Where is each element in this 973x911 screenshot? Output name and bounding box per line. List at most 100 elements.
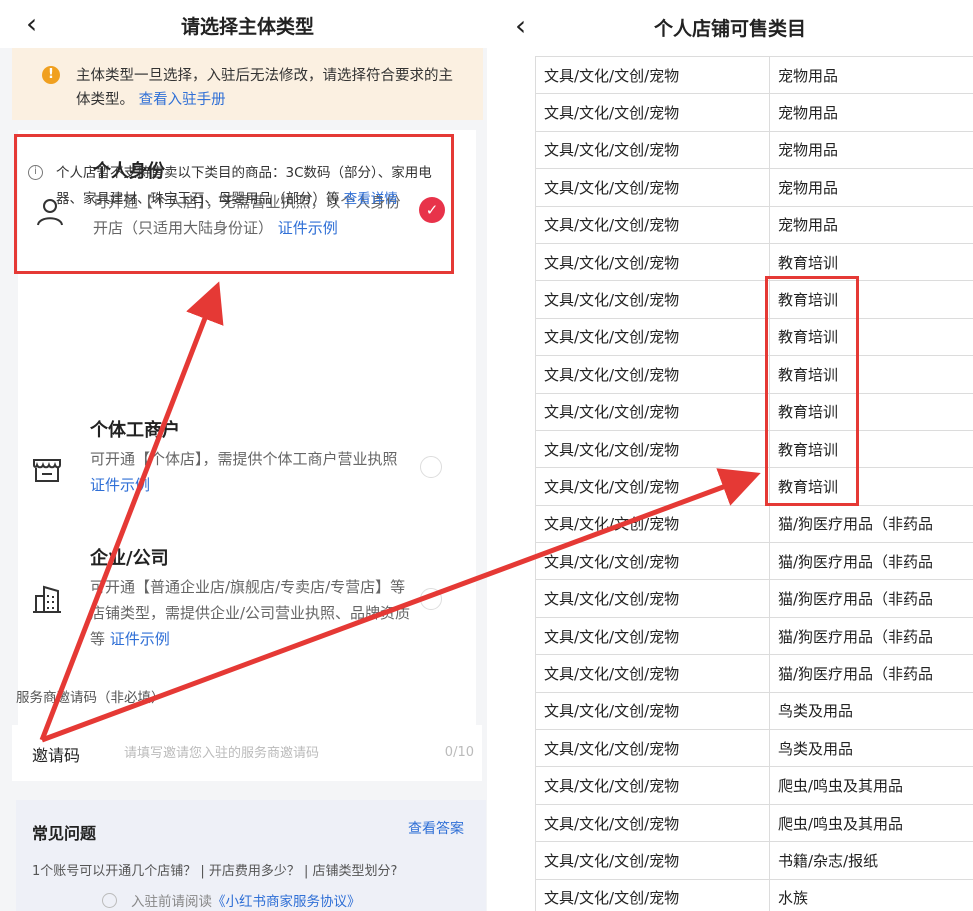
table-row: 文具/文化/文创/宠物 爬虫/鸣虫及其用品 — [535, 803, 973, 843]
subcategory-cell: 爬虫/鸣虫及其用品 — [769, 803, 973, 843]
faq-questions[interactable]: 1个账号可以开通几个店铺？ | 开店费用多少？ | 店铺类型划分? — [32, 860, 397, 879]
category-cell: 文具/文化/文创/宠物 — [535, 729, 770, 768]
category-cell: 文具/文化/文创/宠物 — [535, 93, 770, 132]
invite-row: 邀请码 0/10 — [12, 725, 482, 781]
subcategory-cell: 教育培训 — [769, 467, 973, 506]
subcategory-cell: 宠物用品 — [769, 55, 973, 95]
option-desc: 可开通【个体店】，需提供个体工商户营业执照 证件示例 — [90, 446, 410, 498]
table-row: 文具/文化/文创/宠物 教育培训 — [535, 242, 973, 282]
table-row: 文具/文化/文创/宠物 猫/狗医疗用品（非药品 — [535, 616, 973, 656]
details-link[interactable]: 查看详情 — [344, 191, 398, 207]
notice-text: 主体类型一旦选择，入驻后无法修改，请选择符合要求的主体类型。 — [76, 68, 453, 108]
radio-button[interactable] — [420, 456, 442, 478]
table-row: 文具/文化/文创/宠物 鸟类及用品 — [535, 729, 973, 768]
subcategory-cell: 猫/狗医疗用品（非药品 — [769, 504, 973, 544]
subcategory-cell: 教育培训 — [769, 242, 973, 282]
invite-section-label: 服务商邀请码（非必填） — [16, 690, 165, 706]
category-cell: 文具/文化/文创/宠物 — [535, 691, 770, 731]
table-row: 文具/文化/文创/宠物 宠物用品 — [535, 168, 973, 207]
subcategory-cell: 宠物用品 — [769, 168, 973, 207]
category-cell: 文具/文化/文创/宠物 — [535, 168, 770, 207]
subcategory-cell: 猫/狗医疗用品（非药品 — [769, 579, 973, 618]
option-company[interactable]: 企业/公司 可开通【普通企业店/旗舰店/专卖店/专营店】等店铺类型，需提供企业/… — [14, 538, 454, 658]
table-row: 文具/文化/文创/宠物 教育培训 — [535, 317, 973, 357]
category-cell: 文具/文化/文创/宠物 — [535, 392, 770, 431]
info-icon: i — [28, 165, 43, 180]
warning-icon: ! — [42, 66, 60, 84]
table-row: 文具/文化/文创/宠物 爬虫/鸣虫及其用品 — [535, 766, 973, 805]
subcategory-cell: 教育培训 — [769, 429, 973, 469]
subcategory-cell: 教育培训 — [769, 355, 973, 394]
category-cell: 文具/文化/文创/宠物 — [535, 542, 770, 581]
restriction-info: i 个人店暂不支持售卖以下类目的商品：3C数码（部分）、家用电器、家具建材、珠宝… — [22, 160, 442, 212]
sellable-categories-screen: ‹ 个人店铺可售类目 文具/文化/文创/宠物 宠物用品 文具/文化/文创/宠物 宠物用… — [487, 0, 973, 911]
agreement-prefix: 入驻前请阅读 — [131, 894, 212, 910]
option-individual-business[interactable]: 个体工商户 可开通【个体店】，需提供个体工商户营业执照 证件示例 — [14, 408, 454, 518]
manual-link[interactable]: 查看入驻手册 — [139, 92, 226, 108]
page-title: 个人店铺可售类目 — [653, 18, 806, 40]
subcategory-cell: 猫/狗医疗用品（非药品 — [769, 616, 973, 656]
category-cell: 文具/文化/文创/宠物 — [535, 242, 770, 282]
table-row: 文具/文化/文创/宠物 教育培训 — [535, 280, 973, 319]
subcategory-cell: 猫/狗医疗用品（非药品 — [769, 654, 973, 693]
category-cell: 文具/文化/文创/宠物 — [535, 504, 770, 544]
category-table: 文具/文化/文创/宠物 宠物用品 文具/文化/文创/宠物 宠物用品 文具/文化/文创/宠… — [535, 55, 973, 911]
faq-title: 常见问题 — [32, 824, 97, 843]
radio-button[interactable] — [420, 588, 442, 610]
table-row: 文具/文化/文创/宠物 猫/狗医疗用品（非药品 — [535, 579, 973, 618]
sample-link[interactable]: 证件示例 — [110, 630, 170, 648]
category-cell: 文具/文化/文创/宠物 — [535, 130, 770, 170]
notice-banner: ! 主体类型一旦选择，入驻后无法修改，请选择符合要求的主体类型。 查看入驻手册 — [12, 48, 483, 120]
agreement-row[interactable]: 入驻前请阅读《小红书商家服务协议》 — [102, 890, 361, 910]
faq-answer-link[interactable]: 查看答案 — [408, 818, 464, 838]
sample-link[interactable]: 证件示例 — [278, 219, 338, 237]
sample-link[interactable]: 证件示例 — [90, 476, 150, 494]
table-row: 文具/文化/文创/宠物 书籍/杂志/报纸 — [535, 841, 973, 880]
category-cell: 文具/文化/文创/宠物 — [535, 429, 770, 469]
category-cell: 文具/文化/文创/宠物 — [535, 616, 770, 656]
table-row: 文具/文化/文创/宠物 水族 — [535, 878, 973, 911]
table-row: 文具/文化/文创/宠物 猫/狗医疗用品（非药品 — [535, 654, 973, 693]
category-cell: 文具/文化/文创/宠物 — [535, 355, 770, 394]
store-icon — [33, 459, 61, 482]
agreement-radio[interactable] — [102, 893, 117, 908]
subcategory-cell: 爬虫/鸣虫及其用品 — [769, 766, 973, 805]
option-name: 个体工商户 — [90, 420, 180, 441]
table-row: 文具/文化/文创/宠物 教育培训 — [535, 392, 973, 431]
invite-code-input[interactable] — [124, 739, 424, 767]
table-row: 文具/文化/文创/宠物 猫/狗医疗用品（非药品 — [535, 504, 973, 544]
subcategory-cell: 猫/狗医疗用品（非药品 — [769, 542, 973, 581]
category-cell: 文具/文化/文创/宠物 — [535, 280, 770, 319]
option-desc: 可开通【普通企业店/旗舰店/专卖店/专营店】等店铺类型，需提供企业/公司营业执照… — [90, 574, 420, 652]
category-cell: 文具/文化/文创/宠物 — [535, 317, 770, 357]
table-row: 文具/文化/文创/宠物 鸟类及用品 — [535, 691, 973, 731]
agreement-link[interactable]: 《小红书商家服务协议》 — [212, 894, 361, 910]
category-cell: 文具/文化/文创/宠物 — [535, 654, 770, 693]
category-cell: 文具/文化/文创/宠物 — [535, 467, 770, 506]
invite-label: 邀请码 — [32, 746, 81, 765]
category-cell: 文具/文化/文创/宠物 — [535, 579, 770, 618]
table-row: 文具/文化/文创/宠物 猫/狗医疗用品（非药品 — [535, 542, 973, 581]
category-cell: 文具/文化/文创/宠物 — [535, 55, 770, 95]
table-row: 文具/文化/文创/宠物 教育培训 — [535, 429, 973, 469]
table-row: 文具/文化/文创/宠物 宠物用品 — [535, 55, 973, 95]
right-header: ‹ 个人店铺可售类目 — [487, 0, 973, 56]
subcategory-cell: 教育培训 — [769, 317, 973, 357]
category-cell: 文具/文化/文创/宠物 — [535, 766, 770, 805]
category-cell: 文具/文化/文创/宠物 — [535, 205, 770, 244]
subcategory-cell: 宠物用品 — [769, 93, 973, 132]
subcategory-cell: 教育培训 — [769, 392, 973, 431]
subject-type-screen: ‹ 请选择主体类型 ! 主体类型一旦选择，入驻后无法修改，请选择符合要求的主体类… — [0, 0, 495, 911]
subcategory-cell: 水族 — [769, 878, 973, 911]
category-cell: 文具/文化/文创/宠物 — [535, 841, 770, 880]
table-row: 文具/文化/文创/宠物 宠物用品 — [535, 130, 973, 170]
subcategory-cell: 宠物用品 — [769, 205, 973, 244]
category-cell: 文具/文化/文创/宠物 — [535, 878, 770, 911]
table-row: 文具/文化/文创/宠物 宠物用品 — [535, 93, 973, 132]
subcategory-cell: 鸟类及用品 — [769, 729, 973, 768]
option-name: 企业/公司 — [90, 548, 169, 569]
table-row: 文具/文化/文创/宠物 教育培训 — [535, 467, 973, 506]
left-header: ‹ 请选择主体类型 — [0, 0, 495, 48]
subcategory-cell: 教育培训 — [769, 280, 973, 319]
page-title: 请选择主体类型 — [180, 16, 314, 38]
